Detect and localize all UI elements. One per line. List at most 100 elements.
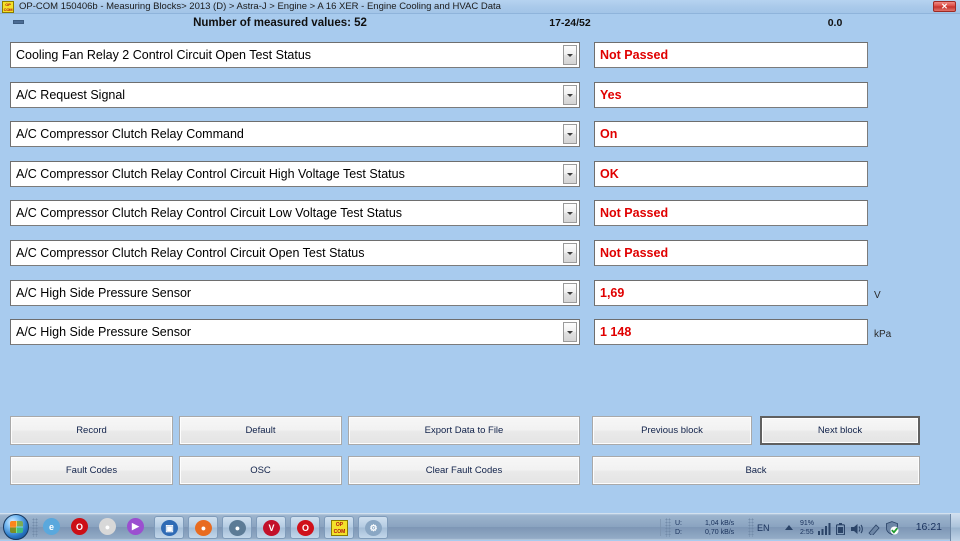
parameter-unit: V (874, 289, 881, 301)
opera-icon[interactable]: O (71, 518, 90, 537)
block-range-label: 17-24/52 (549, 17, 591, 29)
parameter-name: A/C Compressor Clutch Relay Control Circ… (16, 206, 403, 221)
battery-time: 2:55 (800, 529, 814, 536)
language-grip[interactable] (748, 518, 754, 537)
internet-explorer-icon[interactable]: e (43, 518, 62, 537)
parameter-name: A/C Compressor Clutch Relay Control Circ… (16, 246, 365, 260)
battery-icon[interactable] (835, 522, 846, 540)
diagnostics-task[interactable]: ⚙ (358, 516, 388, 539)
parameter-value: OK (600, 166, 619, 181)
parameter-value-box: OK (594, 160, 868, 187)
chevron-down-icon[interactable] (563, 322, 577, 343)
show-desktop-button[interactable] (950, 514, 960, 541)
chevron-down-icon[interactable] (563, 282, 577, 303)
start-orb-icon[interactable] (3, 514, 29, 540)
download-speed: 0,70 kB/s (705, 529, 735, 536)
taskbar-clock[interactable]: 16:21 (916, 514, 942, 541)
window-title-bar: OP COM OP-COM 150406b - Measuring Blocks>… (0, 0, 960, 14)
volume-icon[interactable] (851, 522, 864, 540)
record-button[interactable]: Record (10, 416, 173, 445)
chevron-down-icon[interactable] (563, 203, 577, 224)
parameter-name: A/C Request Signal (16, 87, 126, 102)
firefox-task[interactable]: ● (188, 516, 218, 539)
parameter-name: A/C Compressor Clutch Relay Command (16, 127, 244, 142)
battery-percent: 91% (800, 520, 815, 527)
opcom-measuring-blocks-window: OP COM OP-COM 150406b - Measuring Blocks>… (0, 0, 960, 541)
page-title: Number of measured values: 52 (193, 17, 367, 29)
windows-taskbar: e O ● ▶ ▣ ● ● V O OP COM ⚙ U: D: 1,04 kB/s 0,70 kB… (0, 513, 960, 541)
chevron-down-icon[interactable] (563, 163, 577, 184)
parameter-name: A/C Compressor Clutch Relay Control Circ… (16, 166, 405, 181)
parameter-select[interactable]: A/C Compressor Clutch Relay Command (10, 121, 580, 148)
next-block-button[interactable]: Next block (760, 416, 920, 445)
parameter-select[interactable]: A/C Request Signal (10, 81, 580, 108)
parameter-value-box: On (594, 121, 868, 148)
parameter-select[interactable]: A/C Compressor Clutch Relay Control Circ… (10, 160, 580, 187)
osc-button[interactable]: OSC (179, 456, 342, 485)
parameter-value-box: Yes (594, 81, 868, 108)
measurement-row: A/C Compressor Clutch Relay Command On (0, 121, 960, 148)
parameter-select[interactable]: A/C High Side Pressure Sensor (10, 279, 580, 306)
action-center-icon[interactable] (868, 522, 881, 540)
measurement-row: Cooling Fan Relay 2 Control Circuit Open… (0, 42, 960, 68)
measurement-row: A/C High Side Pressure Sensor 1 148 kPa (0, 319, 960, 346)
opera-task[interactable]: O (290, 516, 320, 539)
fault-codes-button[interactable]: Fault Codes (10, 456, 173, 485)
measurement-row: A/C Request Signal Yes (0, 81, 960, 108)
parameter-value-box: Not Passed (594, 200, 868, 227)
measurement-row: A/C Compressor Clutch Relay Control Circ… (0, 160, 960, 187)
chevron-down-icon[interactable] (563, 84, 577, 105)
measurement-row: A/C Compressor Clutch Relay Control Circ… (0, 200, 960, 227)
parameter-name: A/C High Side Pressure Sensor (16, 285, 192, 300)
parameter-select[interactable]: A/C High Side Pressure Sensor (10, 319, 580, 346)
language-indicator[interactable]: EN (757, 524, 770, 533)
parameter-value: Not Passed (600, 246, 669, 260)
parameter-select[interactable]: A/C Compressor Clutch Relay Control Circ… (10, 240, 580, 266)
default-button[interactable]: Default (179, 416, 342, 445)
signal-icon[interactable] (818, 522, 832, 540)
parameter-value: 1,69 (600, 285, 625, 300)
parameter-select[interactable]: Cooling Fan Relay 2 Control Circuit Open… (10, 42, 580, 68)
quicklaunch-grip[interactable] (32, 518, 38, 537)
export-data-to-file-button[interactable]: Export Data to File (348, 416, 580, 445)
tray-grip[interactable] (665, 518, 671, 537)
measurement-row: A/C Compressor Clutch Relay Control Circ… (0, 240, 960, 266)
previous-block-button[interactable]: Previous block (592, 416, 752, 445)
file-manager-task[interactable]: ▣ (154, 516, 184, 539)
window-title: OP-COM 150406b - Measuring Blocks> 2013 … (19, 1, 501, 12)
opcom-task[interactable]: OP COM (324, 516, 354, 539)
upload-label: U: (675, 520, 682, 527)
chevron-down-icon[interactable] (563, 45, 577, 65)
parameter-name: Cooling Fan Relay 2 Control Circuit Open… (16, 48, 312, 62)
security-shield-icon[interactable] (885, 521, 899, 540)
measurement-row: A/C High Side Pressure Sensor 1,69 V (0, 279, 960, 306)
opcom-logo-icon: OP COM (2, 1, 14, 13)
parameter-unit: kPa (874, 329, 892, 341)
close-icon[interactable]: ✕ (933, 1, 956, 12)
parameter-value: Yes (600, 87, 622, 102)
parameter-value: Not Passed (600, 206, 669, 221)
parameter-value-box: Not Passed (594, 240, 868, 266)
parameter-select[interactable]: A/C Compressor Clutch Relay Control Circ… (10, 200, 580, 227)
parameter-value: On (600, 127, 618, 142)
parameter-value: 1 148 (600, 325, 632, 340)
eject-icon[interactable] (785, 525, 793, 530)
header-value: 0.0 (827, 17, 843, 29)
media-next-icon[interactable]: ▶ (127, 518, 146, 537)
media-player-icon[interactable]: ● (99, 518, 118, 537)
parameter-name: A/C High Side Pressure Sensor (16, 325, 192, 340)
upload-speed: 1,04 kB/s (705, 520, 735, 527)
browser-task[interactable]: ● (222, 516, 252, 539)
header-strip: Number of measured values: 52 17-24/52 0… (0, 14, 960, 32)
parameter-value-box: 1 148 (594, 319, 868, 346)
parameter-value-box: Not Passed (594, 42, 868, 68)
parameter-value: Not Passed (600, 48, 669, 62)
chevron-down-icon[interactable] (563, 124, 577, 145)
chevron-down-icon[interactable] (563, 243, 577, 263)
back-button[interactable]: Back (592, 456, 920, 485)
clear-fault-codes-button[interactable]: Clear Fault Codes (348, 456, 580, 485)
download-label: D: (675, 529, 682, 536)
vivaldi-task[interactable]: V (256, 516, 286, 539)
tray-divider (660, 519, 661, 536)
parameter-value-box: 1,69 (594, 279, 868, 306)
